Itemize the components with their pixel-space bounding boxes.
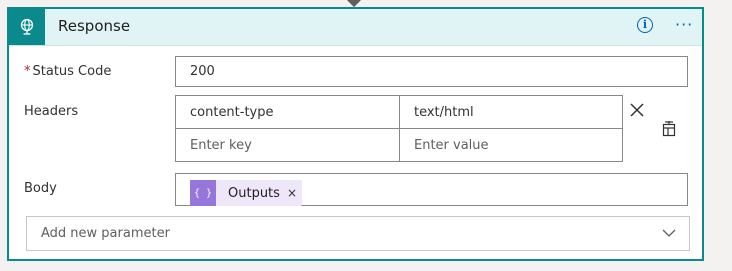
close-icon[interactable] (629, 102, 645, 118)
body-label: Body (24, 181, 57, 196)
add-new-parameter-dropdown[interactable]: Add new parameter (26, 216, 690, 251)
status-code-value: 200 (190, 64, 215, 79)
info-icon[interactable]: i (637, 17, 653, 33)
chevron-down-icon (662, 229, 676, 237)
new-header-value-input[interactable]: Enter value (399, 128, 623, 162)
headers-label: Headers (24, 104, 79, 119)
status-code-label: * Status Code (24, 64, 111, 79)
new-header-key-input[interactable]: Enter key (175, 128, 400, 162)
status-code-input[interactable]: 200 (175, 56, 688, 87)
card-title: Response (58, 17, 131, 35)
more-options-icon[interactable]: ··· (675, 17, 693, 33)
expression-icon: { } (190, 180, 216, 206)
connector-arrow-icon (346, 0, 362, 8)
new-header-value-placeholder: Enter value (414, 137, 489, 153)
status-code-label-text: Status Code (32, 64, 112, 79)
new-header-key-placeholder: Enter key (190, 137, 252, 153)
globe-icon (9, 9, 45, 45)
required-mark: * (24, 64, 31, 79)
add-parameter-placeholder: Add new parameter (41, 226, 170, 241)
header-key-input[interactable]: content-type (175, 95, 400, 129)
remove-token-icon[interactable]: × (287, 186, 297, 200)
response-action-card: Response i ··· * Status Code 200 Headers … (7, 7, 704, 261)
switch-to-text-mode-icon[interactable] (660, 120, 678, 138)
token-label: Outputs (228, 185, 280, 201)
outputs-token[interactable]: { } Outputs × (190, 180, 302, 206)
header-value-value: text/html (414, 104, 474, 120)
header-key-value: content-type (190, 104, 274, 120)
header-value-input[interactable]: text/html (399, 95, 623, 129)
card-header[interactable]: Response i ··· (9, 9, 702, 46)
